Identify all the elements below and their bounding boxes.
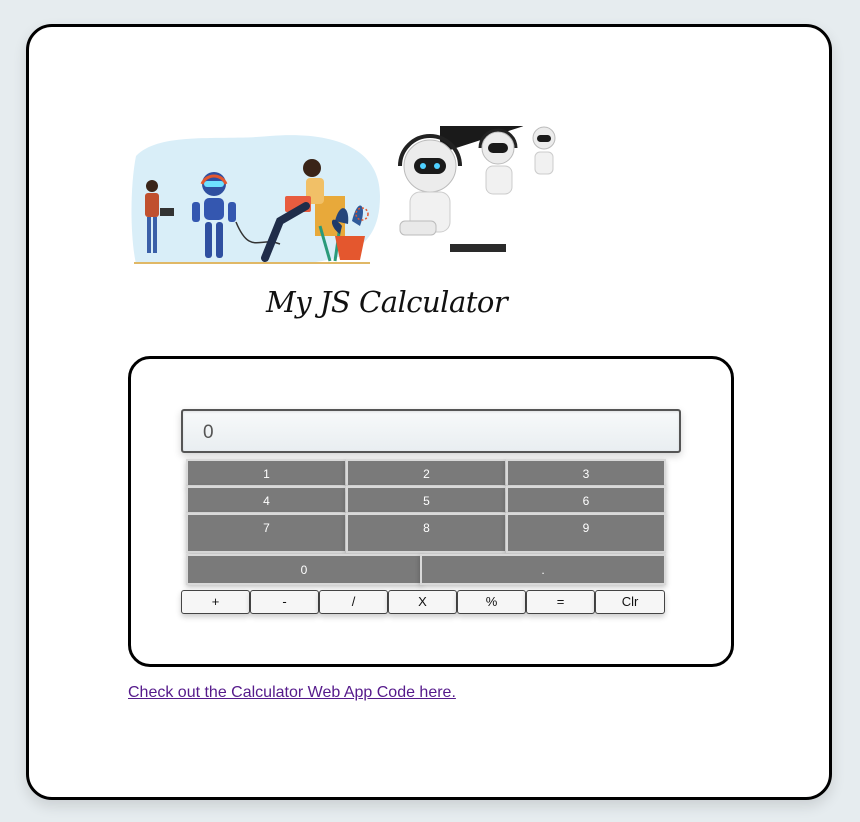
key-7[interactable]: 7: [186, 513, 347, 553]
key-3[interactable]: 3: [506, 459, 666, 487]
plus-button[interactable]: +: [181, 590, 250, 614]
hero-illustration: [131, 126, 556, 264]
key-decimal[interactable]: .: [420, 554, 666, 585]
percent-button[interactable]: %: [457, 590, 526, 614]
key-2[interactable]: 2: [346, 459, 507, 487]
source-code-link[interactable]: Check out the Calculator Web App Code he…: [128, 684, 456, 702]
multiply-button[interactable]: X: [388, 590, 457, 614]
page-title: My JS Calculator: [266, 285, 508, 319]
key-4[interactable]: 4: [186, 486, 347, 514]
key-5[interactable]: 5: [346, 486, 507, 514]
key-0[interactable]: 0: [186, 554, 422, 585]
calculator-display[interactable]: 0: [181, 409, 681, 453]
clear-button[interactable]: Clr: [595, 590, 665, 614]
key-9[interactable]: 9: [506, 513, 666, 553]
minus-button[interactable]: -: [250, 590, 319, 614]
equals-button[interactable]: =: [526, 590, 595, 614]
key-6[interactable]: 6: [506, 486, 666, 514]
divide-button[interactable]: /: [319, 590, 388, 614]
key-8[interactable]: 8: [346, 513, 507, 553]
key-1[interactable]: 1: [186, 459, 347, 487]
